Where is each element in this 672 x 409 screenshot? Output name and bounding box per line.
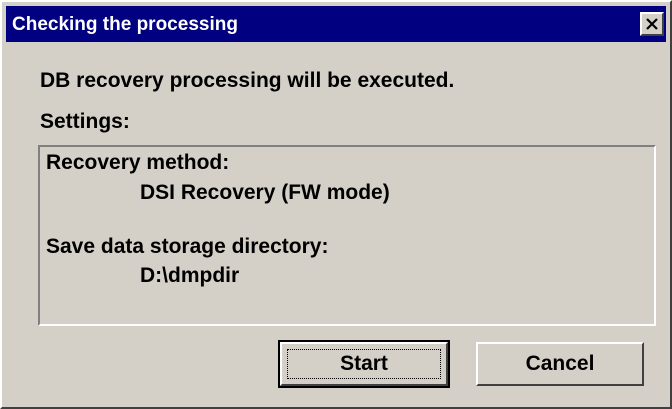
save-dir-value: D:\dmpdir xyxy=(140,264,240,287)
recovery-method-label: Recovery method: xyxy=(46,151,230,174)
title-bar: Checking the processing xyxy=(6,6,666,42)
dialog-title: Checking the processing xyxy=(12,14,238,35)
start-button-label: Start xyxy=(287,349,441,379)
close-icon xyxy=(646,18,658,30)
recovery-method-value: DSI Recovery (FW mode) xyxy=(140,181,390,204)
cancel-button[interactable]: Cancel xyxy=(476,342,644,386)
start-button[interactable]: Start xyxy=(278,340,450,388)
close-button[interactable] xyxy=(640,12,664,36)
confirmation-message: DB recovery processing will be executed. xyxy=(40,69,455,92)
save-dir-label: Save data storage directory: xyxy=(46,235,329,258)
settings-summary-box: Recovery method: DSI Recovery (FW mode) … xyxy=(38,145,656,326)
confirmation-dialog: Checking the processing DB recovery proc… xyxy=(0,0,672,409)
settings-label: Settings: xyxy=(40,110,130,133)
